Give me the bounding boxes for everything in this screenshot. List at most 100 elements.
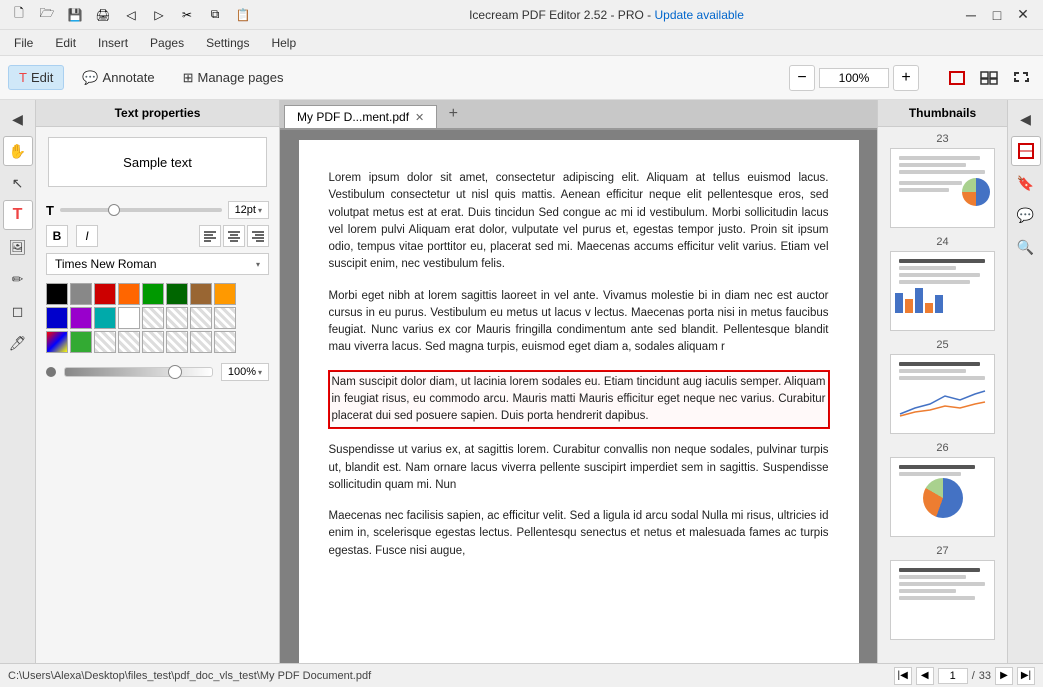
update-link[interactable]: Update available [654, 8, 743, 22]
print-icon[interactable]: 🖨 [92, 4, 114, 26]
bookmark-icon[interactable]: 🔖 [1011, 168, 1041, 198]
annotate-icon: 💬 [82, 70, 98, 86]
thumbnail-24[interactable]: 24 [884, 236, 1001, 331]
menu-pages[interactable]: Pages [140, 32, 194, 54]
menu-settings[interactable]: Settings [196, 32, 259, 54]
bold-button[interactable]: B [46, 225, 68, 247]
opacity-arrow: ▾ [258, 368, 262, 377]
color-blue[interactable] [46, 307, 68, 329]
menu-insert[interactable]: Insert [88, 32, 138, 54]
edit-tool-button[interactable]: T Edit [8, 65, 64, 90]
color-red[interactable] [94, 283, 116, 305]
color-dark-green[interactable] [166, 283, 188, 305]
font-size-slider[interactable] [60, 208, 222, 212]
zoom-in-button[interactable]: + [893, 65, 919, 91]
copy-icon[interactable]: ⧉ [204, 4, 226, 26]
color-custom-1[interactable] [46, 331, 68, 353]
cut-icon[interactable]: ✂ [176, 4, 198, 26]
annotate-tool-button[interactable]: 💬 Annotate [72, 66, 164, 90]
add-tab-button[interactable]: + [441, 102, 465, 126]
color-orange[interactable] [118, 283, 140, 305]
thumbnail-23[interactable]: 23 [884, 133, 1001, 228]
maximize-button[interactable]: □ [985, 3, 1009, 27]
color-transparent-5[interactable] [94, 331, 116, 353]
color-cyan[interactable] [94, 307, 116, 329]
pen-tool-icon[interactable]: 🖊 [3, 328, 33, 358]
minimize-button[interactable]: ─ [959, 3, 983, 27]
tab-close-icon[interactable]: ✕ [415, 111, 424, 124]
opacity-slider[interactable] [64, 367, 213, 377]
shapes-tool-icon[interactable]: ◻ [3, 296, 33, 326]
thumbnail-27[interactable]: 27 [884, 545, 1001, 640]
color-black[interactable] [46, 283, 68, 305]
close-button[interactable]: ✕ [1011, 3, 1035, 27]
font-size-thumb [108, 204, 120, 216]
color-transparent-10[interactable] [214, 331, 236, 353]
next-page-button[interactable]: ▶ [995, 667, 1013, 685]
text-properties-panel: Text properties Sample text T 12pt ▾ B I [36, 100, 280, 663]
prev-page-button[interactable]: ◀ [916, 667, 934, 685]
hand-tool-icon[interactable]: ✋ [3, 136, 33, 166]
pdf-paragraph-2: Morbi eget nibh at lorem sagittis laoree… [329, 288, 829, 357]
zoom-display[interactable]: 100% [819, 68, 889, 88]
menu-help[interactable]: Help [261, 32, 306, 54]
zoom-out-button[interactable]: − [789, 65, 815, 91]
manage-pages-button[interactable]: ⊞ Manage pages [173, 66, 294, 90]
image-tool-icon[interactable]: 🖼 [3, 232, 33, 262]
fullscreen-icon[interactable] [1007, 64, 1035, 92]
thumbnails-icon[interactable] [1011, 136, 1041, 166]
expand-right-icon[interactable]: ◀ [1011, 104, 1041, 134]
color-transparent-7[interactable] [142, 331, 164, 353]
save-icon[interactable]: 💾 [64, 4, 86, 26]
color-green[interactable] [142, 283, 164, 305]
menu-file[interactable]: File [4, 32, 43, 54]
color-transparent-4[interactable] [214, 307, 236, 329]
opacity-icon [46, 367, 56, 377]
text-tool-icon[interactable]: T [3, 200, 33, 230]
color-gray[interactable] [70, 283, 92, 305]
comment-icon[interactable]: 💬 [1011, 200, 1041, 230]
color-transparent-8[interactable] [166, 331, 188, 353]
new-icon[interactable]: 🗋 [8, 4, 30, 26]
font-selector[interactable]: Times New Roman ▾ [46, 253, 269, 275]
thumbnail-25[interactable]: 25 [884, 339, 1001, 434]
search-sidebar-icon[interactable]: 🔍 [1011, 232, 1041, 262]
select-tool-icon[interactable]: ↖ [3, 168, 33, 198]
color-brown[interactable] [190, 283, 212, 305]
color-transparent-3[interactable] [190, 307, 212, 329]
open-icon[interactable]: 🗁 [36, 4, 58, 26]
last-page-button[interactable]: ▶| [1017, 667, 1035, 685]
layout-grid-icon[interactable] [975, 64, 1003, 92]
layout-single-icon[interactable] [943, 64, 971, 92]
align-left-button[interactable] [199, 225, 221, 247]
paste-icon[interactable]: 📋 [232, 4, 254, 26]
pdf-paragraph-3-selected[interactable]: Nam suscipit dolor diam, ut lacinia lore… [329, 371, 829, 429]
font-size-value[interactable]: 12pt ▾ [228, 201, 269, 219]
thumbnails-header: Thumbnails [878, 100, 1007, 127]
pdf-tab[interactable]: My PDF D...ment.pdf ✕ [284, 105, 437, 128]
draw-tool-icon[interactable]: ✏ [3, 264, 33, 294]
color-transparent-9[interactable] [190, 331, 212, 353]
color-transparent-1[interactable] [142, 307, 164, 329]
alignment-buttons [199, 225, 269, 247]
current-page-input[interactable] [938, 668, 968, 684]
color-transparent-6[interactable] [118, 331, 140, 353]
align-center-button[interactable] [223, 225, 245, 247]
undo-icon[interactable]: ◁ [120, 4, 142, 26]
main-toolbar: T Edit 💬 Annotate ⊞ Manage pages − 100% … [0, 56, 1043, 100]
redo-icon[interactable]: ▷ [148, 4, 170, 26]
thumbnails-scroll[interactable]: 23 [878, 127, 1007, 663]
color-purple[interactable] [70, 307, 92, 329]
first-page-button[interactable]: |◀ [894, 667, 912, 685]
color-custom-2[interactable] [70, 331, 92, 353]
align-right-button[interactable] [247, 225, 269, 247]
thumbnail-26[interactable]: 26 [884, 442, 1001, 537]
doc-scroll-area[interactable]: Lorem ipsum dolor sit amet, consectetur … [280, 130, 877, 663]
prev-page-icon[interactable]: ◀ [3, 104, 33, 134]
menu-edit[interactable]: Edit [45, 32, 86, 54]
color-yellow[interactable] [214, 283, 236, 305]
color-white[interactable] [118, 307, 140, 329]
color-transparent-2[interactable] [166, 307, 188, 329]
opacity-value[interactable]: 100% ▾ [221, 363, 269, 381]
italic-button[interactable]: I [76, 225, 98, 247]
